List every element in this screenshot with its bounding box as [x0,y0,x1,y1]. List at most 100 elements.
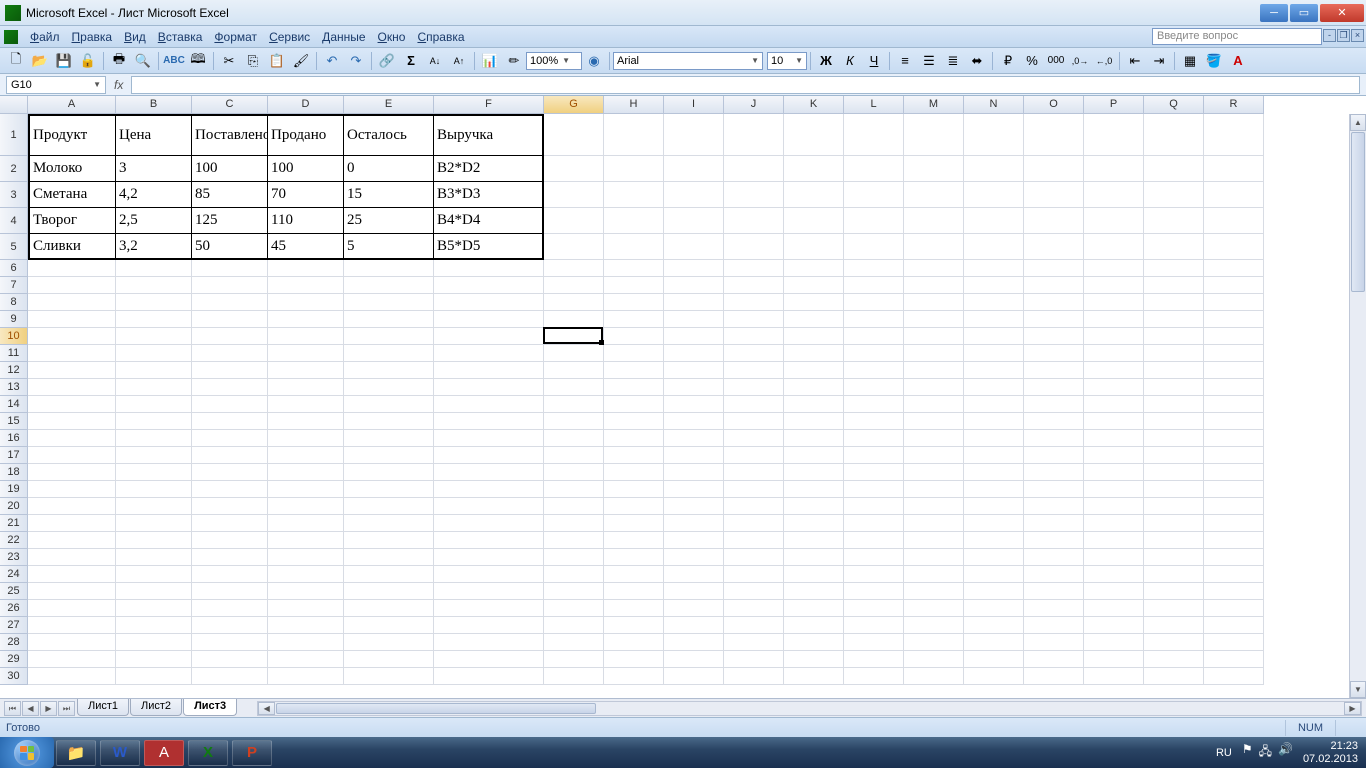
row-header-27[interactable]: 27 [0,617,28,634]
cell-H20[interactable] [604,498,664,515]
cell-B10[interactable] [116,328,192,345]
cell-L28[interactable] [844,634,904,651]
font-select[interactable]: Arial▼ [613,52,763,70]
cell-R13[interactable] [1204,379,1264,396]
cell-K11[interactable] [784,345,844,362]
horizontal-scrollbar[interactable]: ◀ ▶ [257,701,1362,716]
cell-J15[interactable] [724,413,784,430]
cell-L10[interactable] [844,328,904,345]
cell-E8[interactable] [344,294,434,311]
cell-M1[interactable] [904,114,964,156]
cell-C22[interactable] [192,532,268,549]
cell-I17[interactable] [664,447,724,464]
menu-окно[interactable]: Окно [372,28,412,46]
cell-P2[interactable] [1084,156,1144,182]
cell-E16[interactable] [344,430,434,447]
cell-A14[interactable] [28,396,116,413]
cell-Q6[interactable] [1144,260,1204,277]
cell-I19[interactable] [664,481,724,498]
select-all-corner[interactable] [0,96,28,114]
cell-K1[interactable] [784,114,844,156]
cell-K6[interactable] [784,260,844,277]
cell-E1[interactable]: Осталось [344,114,434,156]
hyperlink-button[interactable]: 🔗 [376,50,398,72]
cell-C30[interactable] [192,668,268,685]
cell-I25[interactable] [664,583,724,600]
cell-E5[interactable]: 5 [344,234,434,260]
cell-F29[interactable] [434,651,544,668]
scroll-right-button[interactable]: ▶ [1344,702,1361,715]
cell-E30[interactable] [344,668,434,685]
cell-N3[interactable] [964,182,1024,208]
cell-B15[interactable] [116,413,192,430]
cell-Q1[interactable] [1144,114,1204,156]
col-header-N[interactable]: N [964,96,1024,114]
cell-P3[interactable] [1084,182,1144,208]
cell-L8[interactable] [844,294,904,311]
start-button[interactable] [0,737,54,768]
cell-C20[interactable] [192,498,268,515]
cell-J5[interactable] [724,234,784,260]
cell-K24[interactable] [784,566,844,583]
cell-N2[interactable] [964,156,1024,182]
cell-Q30[interactable] [1144,668,1204,685]
cell-K22[interactable] [784,532,844,549]
cell-K8[interactable] [784,294,844,311]
cell-I2[interactable] [664,156,724,182]
cell-A20[interactable] [28,498,116,515]
cell-A23[interactable] [28,549,116,566]
cell-E7[interactable] [344,277,434,294]
cell-H7[interactable] [604,277,664,294]
cell-J20[interactable] [724,498,784,515]
cell-N10[interactable] [964,328,1024,345]
menu-формат[interactable]: Формат [208,28,263,46]
col-header-F[interactable]: F [434,96,544,114]
cell-J19[interactable] [724,481,784,498]
bold-button[interactable]: Ж [815,50,837,72]
currency-button[interactable]: ₽ [997,50,1019,72]
cell-G28[interactable] [544,634,604,651]
cell-B13[interactable] [116,379,192,396]
cell-Q20[interactable] [1144,498,1204,515]
cell-L11[interactable] [844,345,904,362]
cell-G1[interactable] [544,114,604,156]
cell-J13[interactable] [724,379,784,396]
cell-G27[interactable] [544,617,604,634]
row-header-6[interactable]: 6 [0,260,28,277]
cell-K16[interactable] [784,430,844,447]
cell-A17[interactable] [28,447,116,464]
cell-I11[interactable] [664,345,724,362]
cell-R1[interactable] [1204,114,1264,156]
cell-I26[interactable] [664,600,724,617]
cell-I22[interactable] [664,532,724,549]
cell-R14[interactable] [1204,396,1264,413]
cell-D26[interactable] [268,600,344,617]
cell-H21[interactable] [604,515,664,532]
cell-F4[interactable]: B4*D4 [434,208,544,234]
cell-M13[interactable] [904,379,964,396]
cell-E2[interactable]: 0 [344,156,434,182]
cell-O20[interactable] [1024,498,1084,515]
cell-R22[interactable] [1204,532,1264,549]
cell-M2[interactable] [904,156,964,182]
cell-N29[interactable] [964,651,1024,668]
cell-M19[interactable] [904,481,964,498]
cell-G4[interactable] [544,208,604,234]
cell-D3[interactable]: 70 [268,182,344,208]
cell-B3[interactable]: 4,2 [116,182,192,208]
cell-J14[interactable] [724,396,784,413]
cell-F25[interactable] [434,583,544,600]
cell-D23[interactable] [268,549,344,566]
cell-D9[interactable] [268,311,344,328]
cell-E24[interactable] [344,566,434,583]
cell-F30[interactable] [434,668,544,685]
cell-B12[interactable] [116,362,192,379]
row-header-29[interactable]: 29 [0,651,28,668]
cell-C12[interactable] [192,362,268,379]
cell-L20[interactable] [844,498,904,515]
cell-M20[interactable] [904,498,964,515]
menu-данные[interactable]: Данные [316,28,371,46]
cell-H6[interactable] [604,260,664,277]
cell-E18[interactable] [344,464,434,481]
cell-E11[interactable] [344,345,434,362]
